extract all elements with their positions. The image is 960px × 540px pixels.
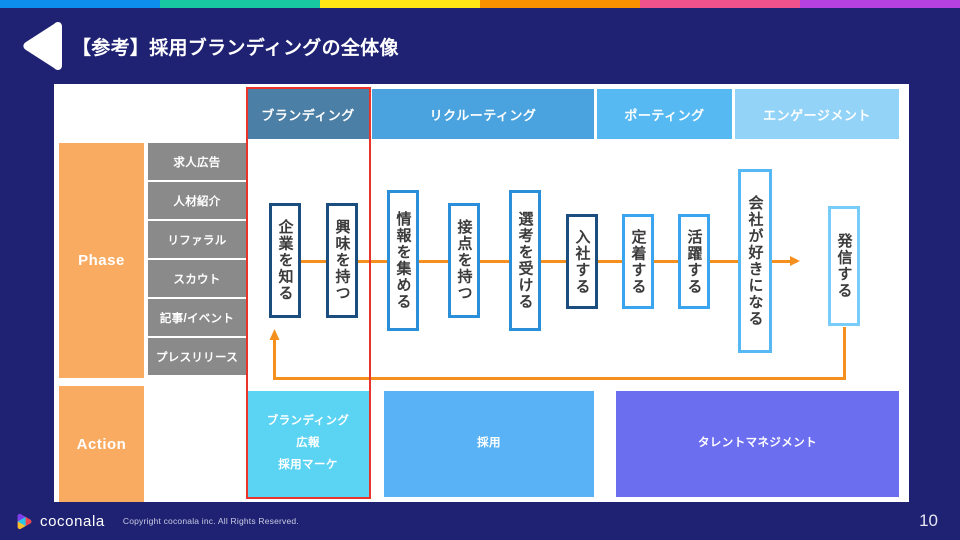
channel-label: スカウト: [173, 273, 221, 286]
stripe-segment-5: [640, 0, 800, 8]
stripe-segment-1: [0, 0, 160, 8]
top-color-stripe: [0, 0, 960, 8]
row-label-action: Action: [59, 386, 144, 502]
list-item[interactable]: スカウト: [148, 260, 246, 297]
action-label: タレントマネジメント: [698, 437, 817, 450]
diagram-board: ブランディング リクルーティング ポーティング エンゲージメント Phase A…: [54, 84, 909, 502]
page-title: 【参考】採用ブランディングの全体像: [72, 37, 399, 59]
phase-step-box[interactable]: 発信する: [828, 206, 860, 326]
left-triangle-icon: [22, 20, 62, 72]
channel-label: プレスリリース: [155, 351, 239, 364]
arrow-head-icon: [268, 328, 282, 347]
channel-chip-list: 求人広告 人材紹介 リファラル スカウト 記事/イベント プレスリリース: [148, 143, 246, 377]
phase-step-box[interactable]: 選考を受ける: [509, 190, 541, 331]
phase-step-label: 接点を持つ: [455, 219, 473, 302]
action-bar-recruiting[interactable]: 採用: [384, 391, 594, 497]
phase-step-box[interactable]: 活躍する: [678, 214, 710, 309]
list-item[interactable]: プレスリリース: [148, 338, 246, 375]
phase-step-box[interactable]: 会社が好きになる: [738, 169, 772, 353]
column-header-porting[interactable]: ポーティング: [597, 89, 732, 139]
feedback-loop-horizontal: [273, 377, 846, 380]
column-header-branding[interactable]: ブランディング: [247, 89, 369, 139]
copyright-text: Copyright coconala inc. All Rights Reser…: [122, 516, 299, 526]
column-header-label: ポーティング: [624, 107, 705, 123]
channel-label: 求人広告: [173, 156, 221, 169]
footer-bar: coconala Copyright coconala inc. All Rig…: [0, 502, 960, 540]
channel-label: 記事/イベント: [159, 312, 235, 325]
column-header-engagement[interactable]: エンゲージメント: [735, 89, 899, 139]
channel-label: リファラル: [167, 234, 227, 247]
column-header-label: ブランディング: [261, 107, 355, 123]
stripe-segment-2: [160, 0, 320, 8]
stripe-segment-3: [320, 0, 480, 8]
stripe-segment-4: [480, 0, 640, 8]
phase-step-label: 情報を集める: [394, 211, 412, 310]
list-item[interactable]: リファラル: [148, 221, 246, 258]
row-label-phase: Phase: [59, 143, 144, 378]
stripe-segment-6: [800, 0, 960, 8]
phase-step-label: 選考を受ける: [516, 211, 534, 310]
phase-step-label: 会社が好きになる: [746, 195, 764, 327]
list-item[interactable]: 求人広告: [148, 143, 246, 180]
phase-step-box[interactable]: 入社する: [566, 214, 598, 309]
column-header-label: リクルーティング: [429, 107, 537, 123]
phase-step-box[interactable]: 定着する: [622, 214, 654, 309]
action-label: 採用: [477, 437, 501, 450]
coconala-logo-icon: [16, 513, 33, 530]
brand-name: coconala: [40, 512, 105, 530]
page-number: 10: [919, 511, 938, 530]
phase-step-box[interactable]: 接点を持つ: [448, 203, 480, 318]
row-label-text: Phase: [78, 252, 125, 269]
column-header-recruiting[interactable]: リクルーティング: [372, 89, 594, 139]
row-label-text: Action: [76, 435, 127, 453]
action-label: 採用マーケ: [278, 458, 338, 471]
action-bar-talent-management[interactable]: タレントマネジメント: [616, 391, 899, 497]
list-item[interactable]: 記事/イベント: [148, 299, 246, 336]
column-header-label: エンゲージメント: [763, 107, 871, 123]
phase-step-label: 興味を持つ: [333, 219, 351, 302]
phase-step-box[interactable]: 企業を知る: [269, 203, 301, 318]
phase-step-box[interactable]: 興味を持つ: [326, 203, 358, 318]
slide-title-bar: 【参考】採用ブランディングの全体像: [0, 8, 960, 70]
action-label: ブランディング: [266, 415, 350, 428]
channel-label: 人材紹介: [173, 195, 221, 208]
phase-step-label: 定着する: [629, 228, 647, 295]
action-bar-branding[interactable]: ブランディング 広報 採用マーケ: [247, 391, 369, 497]
phase-step-box[interactable]: 情報を集める: [387, 190, 419, 331]
feedback-loop-vertical-right: [843, 327, 846, 380]
phase-step-label: 企業を知る: [276, 219, 294, 302]
phase-step-label: 発信する: [835, 233, 853, 299]
action-label: 広報: [296, 437, 320, 450]
connector-line: [708, 260, 740, 263]
arrow-head-icon: [790, 254, 802, 273]
phase-step-label: 入社する: [573, 228, 591, 295]
list-item[interactable]: 人材紹介: [148, 182, 246, 219]
phase-step-label: 活躍する: [685, 228, 703, 295]
